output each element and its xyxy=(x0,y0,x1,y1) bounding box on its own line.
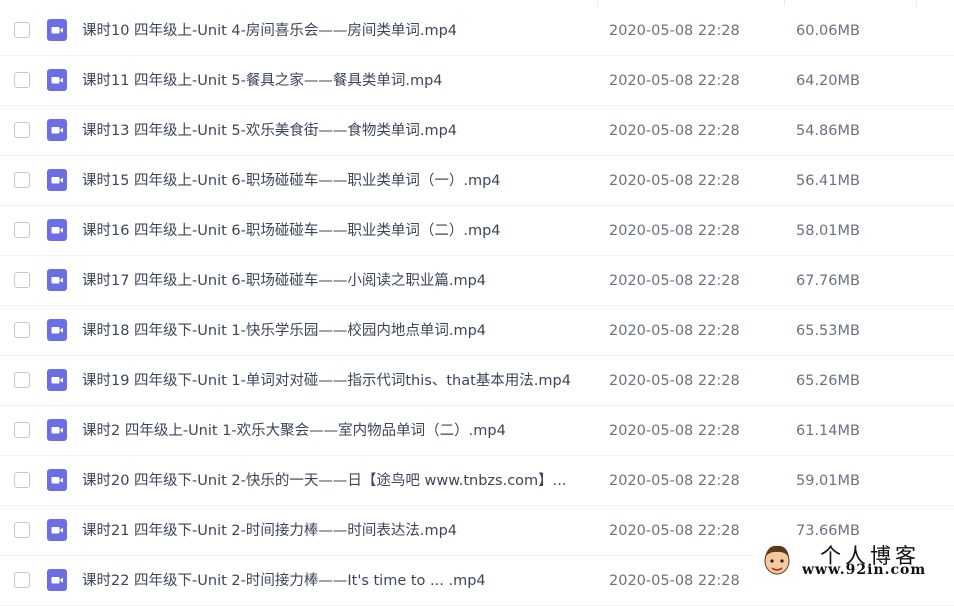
file-modified-date: 2020-05-08 22:28 xyxy=(609,123,740,139)
file-size: 65.26MB xyxy=(796,373,860,389)
file-modified-date: 2020-05-08 22:28 xyxy=(609,473,740,489)
file-name[interactable]: 课时15 四年级上-Unit 6-职场碰碰车——职业类单词（一）.mp4 xyxy=(82,171,592,191)
video-file-icon xyxy=(47,419,67,441)
file-name[interactable]: 课时21 四年级下-Unit 2-时间接力棒——时间表达法.mp4 xyxy=(82,521,592,541)
file-size: 61.14MB xyxy=(796,423,860,439)
row-checkbox[interactable] xyxy=(14,222,30,238)
file-modified-date: 2020-05-08 22:28 xyxy=(609,173,740,189)
file-row[interactable]: 课时2 四年级上-Unit 1-欢乐大聚会——室内物品单词（二）.mp4 2020… xyxy=(0,406,954,456)
video-file-icon xyxy=(47,369,67,391)
row-checkbox[interactable] xyxy=(14,172,30,188)
row-checkbox[interactable] xyxy=(14,272,30,288)
file-row[interactable]: 课时19 四年级下-Unit 1-单词对对碰——指示代词this、that基本用… xyxy=(0,356,954,406)
video-file-icon xyxy=(47,169,67,191)
file-modified-date: 2020-05-08 22:28 xyxy=(609,23,740,39)
file-name[interactable]: 课时2 四年级上-Unit 1-欢乐大聚会——室内物品单词（二）.mp4 xyxy=(82,421,592,441)
file-name[interactable]: 课时19 四年级下-Unit 1-单词对对碰——指示代词this、that基本用… xyxy=(82,371,592,391)
watermark-url: www.92in.com xyxy=(802,562,927,578)
file-name[interactable]: 课时13 四年级上-Unit 5-欢乐美食街——食物类单词.mp4 xyxy=(82,121,592,141)
video-file-icon xyxy=(47,69,67,91)
file-size: 58.01MB xyxy=(796,223,860,239)
file-row[interactable]: 课时16 四年级上-Unit 6-职场碰碰车——职业类单词（二）.mp4 2020… xyxy=(0,206,954,256)
file-row[interactable]: 课时18 四年级下-Unit 1-快乐学乐园——校园内地点单词.mp4 2020-… xyxy=(0,306,954,356)
video-file-icon xyxy=(47,119,67,141)
row-checkbox[interactable] xyxy=(14,22,30,38)
file-row[interactable]: 课时11 四年级上-Unit 5-餐具之家——餐具类单词.mp4 2020-05-… xyxy=(0,56,954,106)
file-modified-date: 2020-05-08 22:28 xyxy=(609,273,740,289)
file-row[interactable]: 课时10 四年级上-Unit 4-房间喜乐会——房间类单词.mp4 2020-05… xyxy=(0,6,954,56)
file-modified-date: 2020-05-08 22:28 xyxy=(609,573,740,589)
video-file-icon xyxy=(47,469,67,491)
site-watermark: 个人博客 www.92in.com xyxy=(758,540,954,582)
file-modified-date: 2020-05-08 22:28 xyxy=(609,323,740,339)
file-size: 67.76MB xyxy=(796,273,860,289)
file-size: 59.01MB xyxy=(796,473,860,489)
file-modified-date: 2020-05-08 22:28 xyxy=(609,523,740,539)
file-name[interactable]: 课时18 四年级下-Unit 1-快乐学乐园——校园内地点单词.mp4 xyxy=(82,321,592,341)
video-file-icon xyxy=(47,269,67,291)
file-row[interactable]: 课时13 四年级上-Unit 5-欢乐美食街——食物类单词.mp4 2020-05… xyxy=(0,106,954,156)
file-row[interactable]: 课时17 四年级上-Unit 6-职场碰碰车——小阅读之职业篇.mp4 2020-… xyxy=(0,256,954,306)
file-modified-date: 2020-05-08 22:28 xyxy=(609,423,740,439)
video-file-icon xyxy=(47,519,67,541)
video-file-icon xyxy=(47,19,67,41)
video-file-icon xyxy=(47,569,67,591)
file-name[interactable]: 课时10 四年级上-Unit 4-房间喜乐会——房间类单词.mp4 xyxy=(82,21,592,41)
file-modified-date: 2020-05-08 22:28 xyxy=(609,223,740,239)
file-size: 64.20MB xyxy=(796,73,860,89)
video-file-icon xyxy=(47,319,67,341)
file-size: 54.86MB xyxy=(796,123,860,139)
file-size: 60.06MB xyxy=(796,23,860,39)
row-checkbox[interactable] xyxy=(14,522,30,538)
file-name[interactable]: 课时16 四年级上-Unit 6-职场碰碰车——职业类单词（二）.mp4 xyxy=(82,221,592,241)
file-name[interactable]: 课时11 四年级上-Unit 5-餐具之家——餐具类单词.mp4 xyxy=(82,71,592,91)
cartoon-face-logo xyxy=(764,545,790,575)
row-checkbox[interactable] xyxy=(14,472,30,488)
file-name[interactable]: 课时20 四年级下-Unit 2-快乐的一天——日【途鸟吧 www.tnbzs.… xyxy=(82,471,592,491)
row-checkbox[interactable] xyxy=(14,372,30,388)
file-modified-date: 2020-05-08 22:28 xyxy=(609,373,740,389)
row-checkbox[interactable] xyxy=(14,322,30,338)
row-checkbox[interactable] xyxy=(14,72,30,88)
row-checkbox[interactable] xyxy=(14,422,30,438)
file-size: 73.66MB xyxy=(796,523,860,539)
file-name[interactable]: 课时22 四年级下-Unit 2-时间接力棒——It's time to ...… xyxy=(82,571,592,591)
file-name[interactable]: 课时17 四年级上-Unit 6-职场碰碰车——小阅读之职业篇.mp4 xyxy=(82,271,592,291)
file-size: 56.41MB xyxy=(796,173,860,189)
file-size: 65.53MB xyxy=(796,323,860,339)
row-checkbox[interactable] xyxy=(14,122,30,138)
file-row[interactable]: 课时15 四年级上-Unit 6-职场碰碰车——职业类单词（一）.mp4 2020… xyxy=(0,156,954,206)
file-modified-date: 2020-05-08 22:28 xyxy=(609,73,740,89)
video-file-icon xyxy=(47,219,67,241)
row-checkbox[interactable] xyxy=(14,572,30,588)
file-row[interactable]: 课时20 四年级下-Unit 2-快乐的一天——日【途鸟吧 www.tnbzs.… xyxy=(0,456,954,506)
